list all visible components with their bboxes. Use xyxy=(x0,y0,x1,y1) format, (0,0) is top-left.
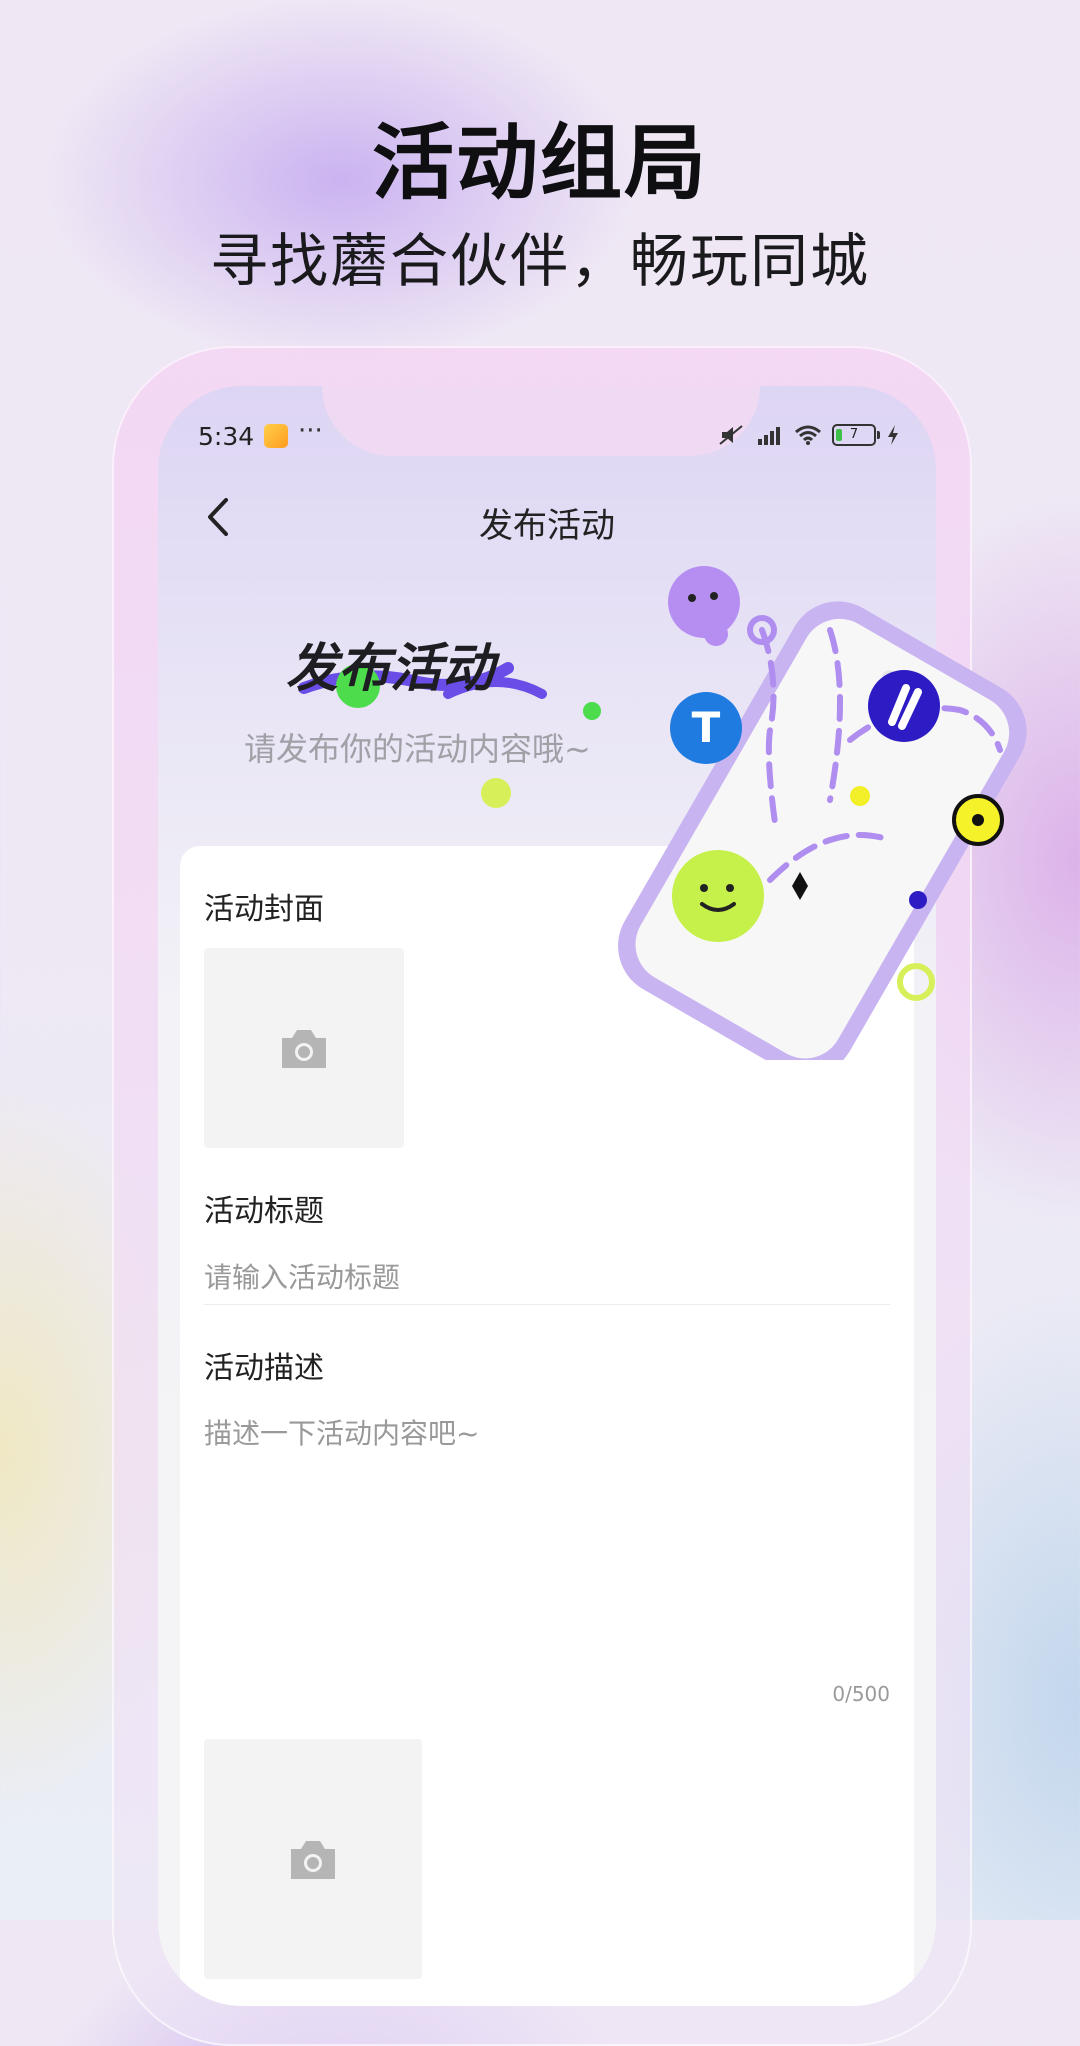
lime-dot xyxy=(481,778,511,808)
camera-icon xyxy=(282,1030,326,1068)
promo-headline: 活动组局 xyxy=(371,116,708,211)
promo-subline: 寻找蘑合伙伴，畅玩同城 xyxy=(209,227,870,295)
cover-label: 活动封面 xyxy=(204,892,324,927)
mute-icon xyxy=(719,425,743,445)
hero-title: 发布活动 xyxy=(286,639,495,699)
green-mascot-icon xyxy=(672,850,764,942)
title-input[interactable]: 请输入活动标题 xyxy=(204,1256,890,1296)
camera-icon xyxy=(291,1841,335,1879)
notification-app-icon xyxy=(264,424,288,448)
title-label: 活动标题 xyxy=(204,1194,324,1229)
cover-upload-button[interactable] xyxy=(204,948,404,1148)
description-char-counter: 0/500 xyxy=(832,1682,890,1706)
title-divider xyxy=(204,1304,890,1305)
status-icons: 7 xyxy=(718,424,900,446)
notch xyxy=(322,386,760,456)
battery-icon: 7 xyxy=(832,424,880,446)
purple-mascot-icon xyxy=(668,566,740,638)
activity-illustration: T xyxy=(618,566,1027,1060)
n-badge-icon xyxy=(868,670,940,742)
charging-icon xyxy=(888,425,898,445)
description-input[interactable]: 描述一下活动内容吧~ xyxy=(204,1412,890,1662)
description-label: 活动描述 xyxy=(204,1351,324,1386)
signal-icon xyxy=(758,427,780,445)
svg-text:T: T xyxy=(692,703,721,752)
wifi-icon xyxy=(795,425,821,445)
status-time: 5:34 xyxy=(198,422,255,451)
status-more-dots: ··· xyxy=(298,416,323,446)
photo-upload-button[interactable] xyxy=(204,1739,422,1979)
